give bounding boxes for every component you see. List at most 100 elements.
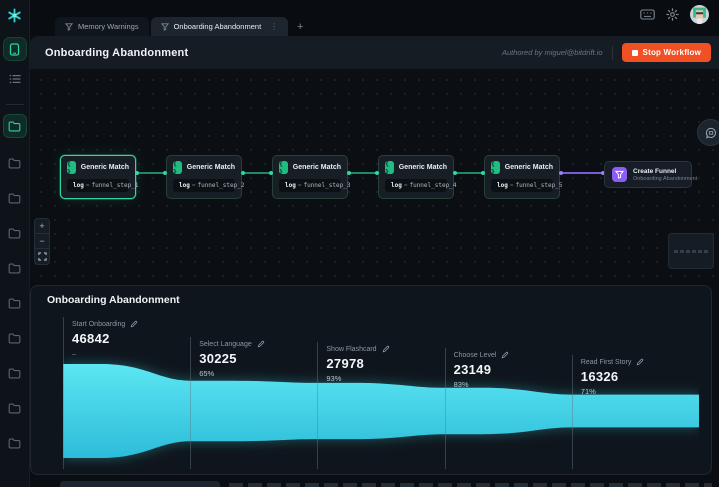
- canvas-minimap[interactable]: [668, 233, 714, 269]
- node-subtitle: Onboarding Abandonment: [633, 176, 697, 182]
- node-title: Generic Match: [293, 164, 341, 171]
- folder-icon: [8, 438, 21, 449]
- folder-icon: [8, 193, 21, 204]
- stage-value: 16326: [581, 369, 697, 384]
- generic-match-node[interactable]: { } Generic Match log=funnel_step_1: [60, 155, 136, 199]
- match-braces-icon: { }: [279, 161, 288, 174]
- node-title: Generic Match: [399, 164, 447, 171]
- next-panel-tab[interactable]: [60, 481, 220, 487]
- keyboard-icon[interactable]: [640, 9, 655, 20]
- stop-icon: [632, 50, 638, 56]
- edit-pencil-icon[interactable]: [501, 351, 509, 359]
- sidebar-item-devices[interactable]: [4, 38, 26, 60]
- node-title: Create Funnel: [633, 168, 697, 175]
- match-condition-pill[interactable]: log=funnel_step_5: [491, 179, 553, 192]
- workflow-edge: [348, 172, 378, 174]
- workflow-edge: [136, 172, 166, 174]
- edit-pencil-icon[interactable]: [636, 358, 644, 366]
- stage-label: Read First Story: [581, 359, 632, 366]
- node-title: Generic Match: [505, 164, 553, 171]
- edit-pencil-icon[interactable]: [257, 340, 265, 348]
- stage-percent: 93%: [326, 374, 442, 383]
- workflow-canvas[interactable]: + − { }: [30, 69, 719, 281]
- folder-item[interactable]: [4, 292, 26, 314]
- funnel-panel: Onboarding Abandonment Start Onboarding …: [30, 285, 712, 475]
- stage-label: Select Language: [199, 341, 252, 348]
- funnel-stage: Start Onboarding 46842 –: [63, 317, 188, 469]
- folder-icon: [8, 368, 21, 379]
- stage-label: Start Onboarding: [72, 321, 125, 328]
- edge-connector-dot: [269, 171, 273, 175]
- workflow-folder-list: [4, 115, 26, 467]
- folder-item[interactable]: [4, 152, 26, 174]
- chat-bubble-icon: [705, 127, 717, 139]
- match-condition-pill[interactable]: log=funnel_step_3: [279, 179, 341, 192]
- stage-percent: –: [72, 349, 188, 358]
- folder-item[interactable]: [4, 362, 26, 384]
- page-title: Onboarding Abandonment: [45, 47, 188, 59]
- folder-item[interactable]: [4, 257, 26, 279]
- generic-match-node[interactable]: { } Generic Match log=funnel_step_3: [272, 155, 348, 199]
- feedback-chat-button[interactable]: [697, 119, 719, 146]
- folder-icon: [8, 228, 21, 239]
- new-tab-button[interactable]: +: [290, 17, 310, 36]
- rail-divider: [6, 104, 24, 105]
- folder-item[interactable]: [4, 187, 26, 209]
- authored-by-text: Authored by miguel@bitdrift.io: [502, 48, 603, 57]
- zoom-in-button[interactable]: +: [35, 219, 49, 234]
- match-condition-pill[interactable]: log=funnel_step_4: [385, 179, 447, 192]
- list-icon: [9, 74, 21, 84]
- edit-pencil-icon[interactable]: [382, 345, 390, 353]
- match-braces-icon: { }: [491, 161, 500, 174]
- edge-connector-dot: [559, 171, 563, 175]
- workflow-tab-icon: [65, 23, 73, 31]
- stage-percent: 65%: [199, 369, 315, 378]
- phone-icon: [9, 43, 20, 56]
- funnel-stage: Show Flashcard 27978 93%: [317, 342, 442, 469]
- settings-gear-icon[interactable]: [666, 8, 679, 21]
- node-title: Generic Match: [187, 164, 235, 171]
- generic-match-node[interactable]: { } Generic Match log=funnel_step_5: [484, 155, 560, 199]
- header-divider: [612, 46, 613, 60]
- generic-match-node[interactable]: { } Generic Match log=funnel_step_4: [378, 155, 454, 199]
- fit-view-button[interactable]: [35, 249, 49, 264]
- generic-match-node[interactable]: { } Generic Match log=funnel_step_2: [166, 155, 242, 199]
- canvas-zoom-controls: + −: [34, 218, 50, 265]
- tab-menu-kebab[interactable]: ⋮: [270, 22, 278, 31]
- match-condition-pill[interactable]: log=funnel_step_2: [173, 179, 235, 192]
- match-condition-pill[interactable]: log=funnel_step_1: [67, 179, 129, 192]
- stop-workflow-button[interactable]: Stop Workflow: [622, 43, 711, 62]
- tab[interactable]: Onboarding Abandonment ⋮: [151, 17, 289, 36]
- folder-icon: [8, 263, 21, 274]
- zoom-out-button[interactable]: −: [35, 234, 49, 249]
- match-braces-icon: { }: [385, 161, 394, 174]
- workflow-header: Onboarding Abandonment Authored by migue…: [30, 36, 719, 69]
- tab[interactable]: Memory Warnings: [55, 17, 149, 36]
- workflow-edge: [560, 172, 604, 174]
- bitdrift-logo-icon[interactable]: [6, 6, 24, 24]
- folder-item[interactable]: [4, 397, 26, 419]
- stage-label: Show Flashcard: [326, 346, 376, 353]
- sidebar-item-logs[interactable]: [4, 68, 26, 90]
- app-window: Memory Warnings Onboarding Abandonment ⋮…: [0, 0, 719, 487]
- stage-value: 30225: [199, 351, 315, 366]
- folder-item[interactable]: [4, 115, 26, 137]
- folder-icon: [8, 403, 21, 414]
- user-avatar[interactable]: [690, 5, 709, 24]
- create-funnel-node[interactable]: Create FunnelOnboarding Abandonment: [604, 161, 692, 188]
- match-braces-icon: { }: [173, 161, 182, 174]
- edge-connector-dot: [453, 171, 457, 175]
- next-panel-edge: [60, 478, 719, 487]
- edit-pencil-icon[interactable]: [130, 320, 138, 328]
- edge-connector-dot: [163, 171, 167, 175]
- stage-percent: 71%: [581, 387, 697, 396]
- stage-percent: 83%: [454, 380, 570, 389]
- edge-connector-dot: [135, 171, 139, 175]
- edge-connector-dot: [375, 171, 379, 175]
- workflow-edge: [242, 172, 272, 174]
- edge-connector-dot: [347, 171, 351, 175]
- folder-item[interactable]: [4, 327, 26, 349]
- folder-item[interactable]: [4, 432, 26, 454]
- folder-item[interactable]: [4, 222, 26, 244]
- workflow-edge: [454, 172, 484, 174]
